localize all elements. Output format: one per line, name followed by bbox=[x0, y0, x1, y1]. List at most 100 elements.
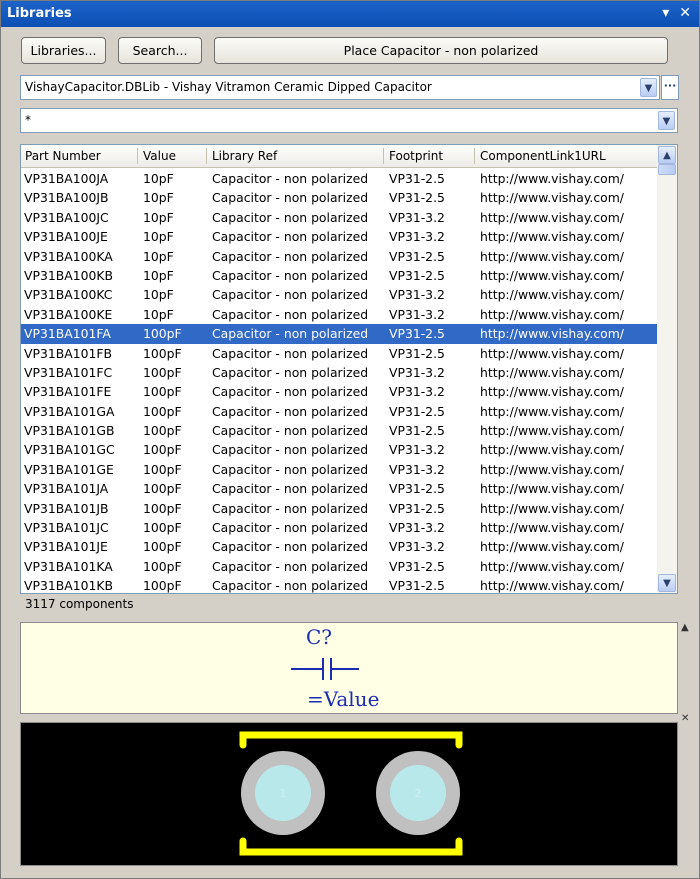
table-row[interactable]: VP31BA101KA 100pF Capacitor - non polarize… bbox=[21, 557, 657, 576]
cell-value: 100pF bbox=[143, 403, 182, 419]
cell-library-ref: Capacitor - non polarized bbox=[212, 461, 369, 477]
cell-part-number: VP31BA101GA bbox=[24, 403, 115, 419]
cell-part-number: VP31BA100KB bbox=[24, 267, 113, 283]
cell-url: http://www.vishay.com/ bbox=[480, 326, 624, 342]
cell-footprint: VP31-2.5 bbox=[389, 345, 445, 361]
cell-part-number: VP31BA100JA bbox=[24, 171, 109, 186]
cell-value: 10pF bbox=[143, 171, 174, 186]
scroll-up-icon[interactable]: ▲ bbox=[658, 146, 676, 164]
component-count: 3117 components bbox=[25, 597, 134, 611]
filter-input[interactable]: * ▼ bbox=[20, 108, 678, 133]
components-table[interactable]: Part Number Value Library Ref Footprint … bbox=[20, 144, 678, 594]
cell-library-ref: Capacitor - non polarized bbox=[212, 209, 369, 225]
cell-footprint: VP31-2.5 bbox=[389, 481, 445, 497]
table-row[interactable]: VP31BA101FC 100pF Capacitor - non polarize… bbox=[21, 363, 657, 382]
cell-value: 100pF bbox=[143, 520, 182, 536]
chevron-up-icon[interactable]: ▲ bbox=[681, 622, 689, 633]
table-row[interactable]: VP31BA101GE 100pF Capacitor - non polarize… bbox=[21, 460, 657, 479]
cell-part-number: VP31BA101FE bbox=[24, 384, 112, 400]
scroll-down-icon[interactable]: ▼ bbox=[658, 574, 676, 592]
cell-url: http://www.vishay.com/ bbox=[480, 403, 624, 419]
cell-part-number: VP31BA101GB bbox=[24, 423, 115, 439]
cell-library-ref: Capacitor - non polarized bbox=[212, 423, 369, 439]
ellipsis-icon[interactable]: ··· bbox=[661, 75, 679, 100]
cell-value: 100pF bbox=[143, 578, 182, 594]
table-row[interactable]: VP31BA101FA 100pF Capacitor - non polarize… bbox=[21, 323, 658, 345]
cell-value: 100pF bbox=[143, 500, 182, 516]
cell-library-ref: Capacitor - non polarized bbox=[212, 248, 369, 264]
cell-footprint: VP31-2.5 bbox=[389, 403, 445, 419]
table-row[interactable]: VP31BA100JE 10pF Capacitor - non polarized… bbox=[21, 227, 657, 246]
cell-footprint: VP31-2.5 bbox=[389, 558, 445, 574]
cell-footprint: VP31-2.5 bbox=[389, 423, 445, 439]
column-divider[interactable] bbox=[206, 148, 207, 164]
column-divider[interactable] bbox=[137, 148, 138, 164]
splitter-icon[interactable]: ✕ bbox=[681, 713, 689, 724]
cell-part-number: VP31BA101FC bbox=[24, 364, 113, 380]
cell-url: http://www.vishay.com/ bbox=[480, 364, 624, 380]
cell-part-number: VP31BA100JB bbox=[24, 190, 109, 206]
cell-part-number: VP31BA100KC bbox=[24, 287, 113, 303]
table-row[interactable]: VP31BA101FB 100pF Capacitor - non polarize… bbox=[21, 344, 657, 363]
libraries-button[interactable]: Libraries... bbox=[21, 37, 106, 64]
table-row[interactable]: VP31BA101GB 100pF Capacitor - non polarize… bbox=[21, 421, 657, 440]
table-row[interactable]: VP31BA101FE 100pF Capacitor - non polarize… bbox=[21, 382, 657, 401]
cell-library-ref: Capacitor - non polarized bbox=[212, 287, 369, 303]
cell-value: 100pF bbox=[143, 384, 182, 400]
table-row[interactable]: VP31BA101GA 100pF Capacitor - non polarize… bbox=[21, 402, 657, 421]
library-select[interactable]: VishayCapacitor.DBLib - Vishay Vitramon … bbox=[20, 75, 660, 100]
cell-value: 100pF bbox=[143, 423, 182, 439]
cell-library-ref: Capacitor - non polarized bbox=[212, 481, 369, 497]
table-row[interactable]: VP31BA100KA 10pF Capacitor - non polarized… bbox=[21, 247, 657, 266]
cell-library-ref: Capacitor - non polarized bbox=[212, 442, 369, 458]
column-header-value[interactable]: Value bbox=[143, 149, 176, 163]
table-rows: VP31BA100JA 10pF Capacitor - non polarized… bbox=[21, 169, 658, 594]
table-row[interactable]: VP31BA101KB 100pF Capacitor - non polarize… bbox=[21, 576, 657, 594]
table-row[interactable]: VP31BA100KE 10pF Capacitor - non polarized… bbox=[21, 305, 657, 324]
libraries-panel: Libraries ▾ ✕ Libraries... Search... Pla… bbox=[0, 0, 700, 879]
table-row[interactable]: VP31BA101JE 100pF Capacitor - non polarize… bbox=[21, 537, 657, 556]
pin-icon[interactable]: ▾ bbox=[662, 5, 669, 21]
cell-part-number: VP31BA101JB bbox=[24, 500, 109, 516]
cell-library-ref: Capacitor - non polarized bbox=[212, 520, 369, 536]
cell-library-ref: Capacitor - non polarized bbox=[212, 229, 369, 245]
cell-value: 10pF bbox=[143, 287, 174, 303]
column-header-footprint[interactable]: Footprint bbox=[389, 149, 443, 163]
table-row[interactable]: VP31BA100JA 10pF Capacitor - non polarized… bbox=[21, 169, 657, 188]
table-row[interactable]: VP31BA101JC 100pF Capacitor - non polarize… bbox=[21, 518, 657, 537]
cell-library-ref: Capacitor - non polarized bbox=[212, 171, 369, 186]
cell-url: http://www.vishay.com/ bbox=[480, 539, 624, 555]
column-header-component-link[interactable]: ComponentLink1URL bbox=[480, 149, 606, 163]
cell-url: http://www.vishay.com/ bbox=[480, 248, 624, 264]
scrollbar-thumb[interactable] bbox=[658, 164, 676, 175]
cell-library-ref: Capacitor - non polarized bbox=[212, 539, 369, 555]
column-header-library-ref[interactable]: Library Ref bbox=[212, 149, 277, 163]
cell-footprint: VP31-2.5 bbox=[389, 248, 445, 264]
chevron-down-icon[interactable]: ▼ bbox=[640, 78, 657, 97]
title-bar[interactable]: Libraries ▾ ✕ bbox=[1, 1, 699, 27]
cell-part-number: VP31BA101JA bbox=[24, 481, 109, 497]
column-divider[interactable] bbox=[474, 148, 475, 164]
column-header-part-number[interactable]: Part Number bbox=[25, 149, 101, 163]
place-component-button[interactable]: Place Capacitor - non polarized bbox=[214, 37, 668, 64]
cell-part-number: VP31BA101GE bbox=[24, 461, 114, 477]
cell-url: http://www.vishay.com/ bbox=[480, 520, 624, 536]
cell-value: 100pF bbox=[143, 364, 182, 380]
table-row[interactable]: VP31BA100JC 10pF Capacitor - non polarized… bbox=[21, 208, 657, 227]
table-row[interactable]: VP31BA101JB 100pF Capacitor - non polarize… bbox=[21, 499, 657, 518]
close-icon[interactable]: ✕ bbox=[679, 5, 691, 21]
vertical-scrollbar[interactable]: ▲ ▼ bbox=[657, 145, 677, 593]
table-row[interactable]: VP31BA100KB 10pF Capacitor - non polarized… bbox=[21, 266, 657, 285]
table-row[interactable]: VP31BA101JA 100pF Capacitor - non polarize… bbox=[21, 479, 657, 498]
chevron-down-icon[interactable]: ▼ bbox=[658, 111, 675, 130]
table-row[interactable]: VP31BA100KC 10pF Capacitor - non polarized… bbox=[21, 285, 657, 304]
cell-url: http://www.vishay.com/ bbox=[480, 461, 624, 477]
table-row[interactable]: VP31BA100JB 10pF Capacitor - non polarized… bbox=[21, 188, 657, 207]
table-row[interactable]: VP31BA101GC 100pF Capacitor - non polarize… bbox=[21, 440, 657, 459]
search-button[interactable]: Search... bbox=[118, 37, 202, 64]
library-select-value: VishayCapacitor.DBLib - Vishay Vitramon … bbox=[25, 80, 432, 94]
cell-library-ref: Capacitor - non polarized bbox=[212, 326, 369, 342]
column-divider[interactable] bbox=[383, 148, 384, 164]
cell-part-number: VP31BA101KA bbox=[24, 558, 113, 574]
cell-value: 100pF bbox=[143, 326, 182, 342]
